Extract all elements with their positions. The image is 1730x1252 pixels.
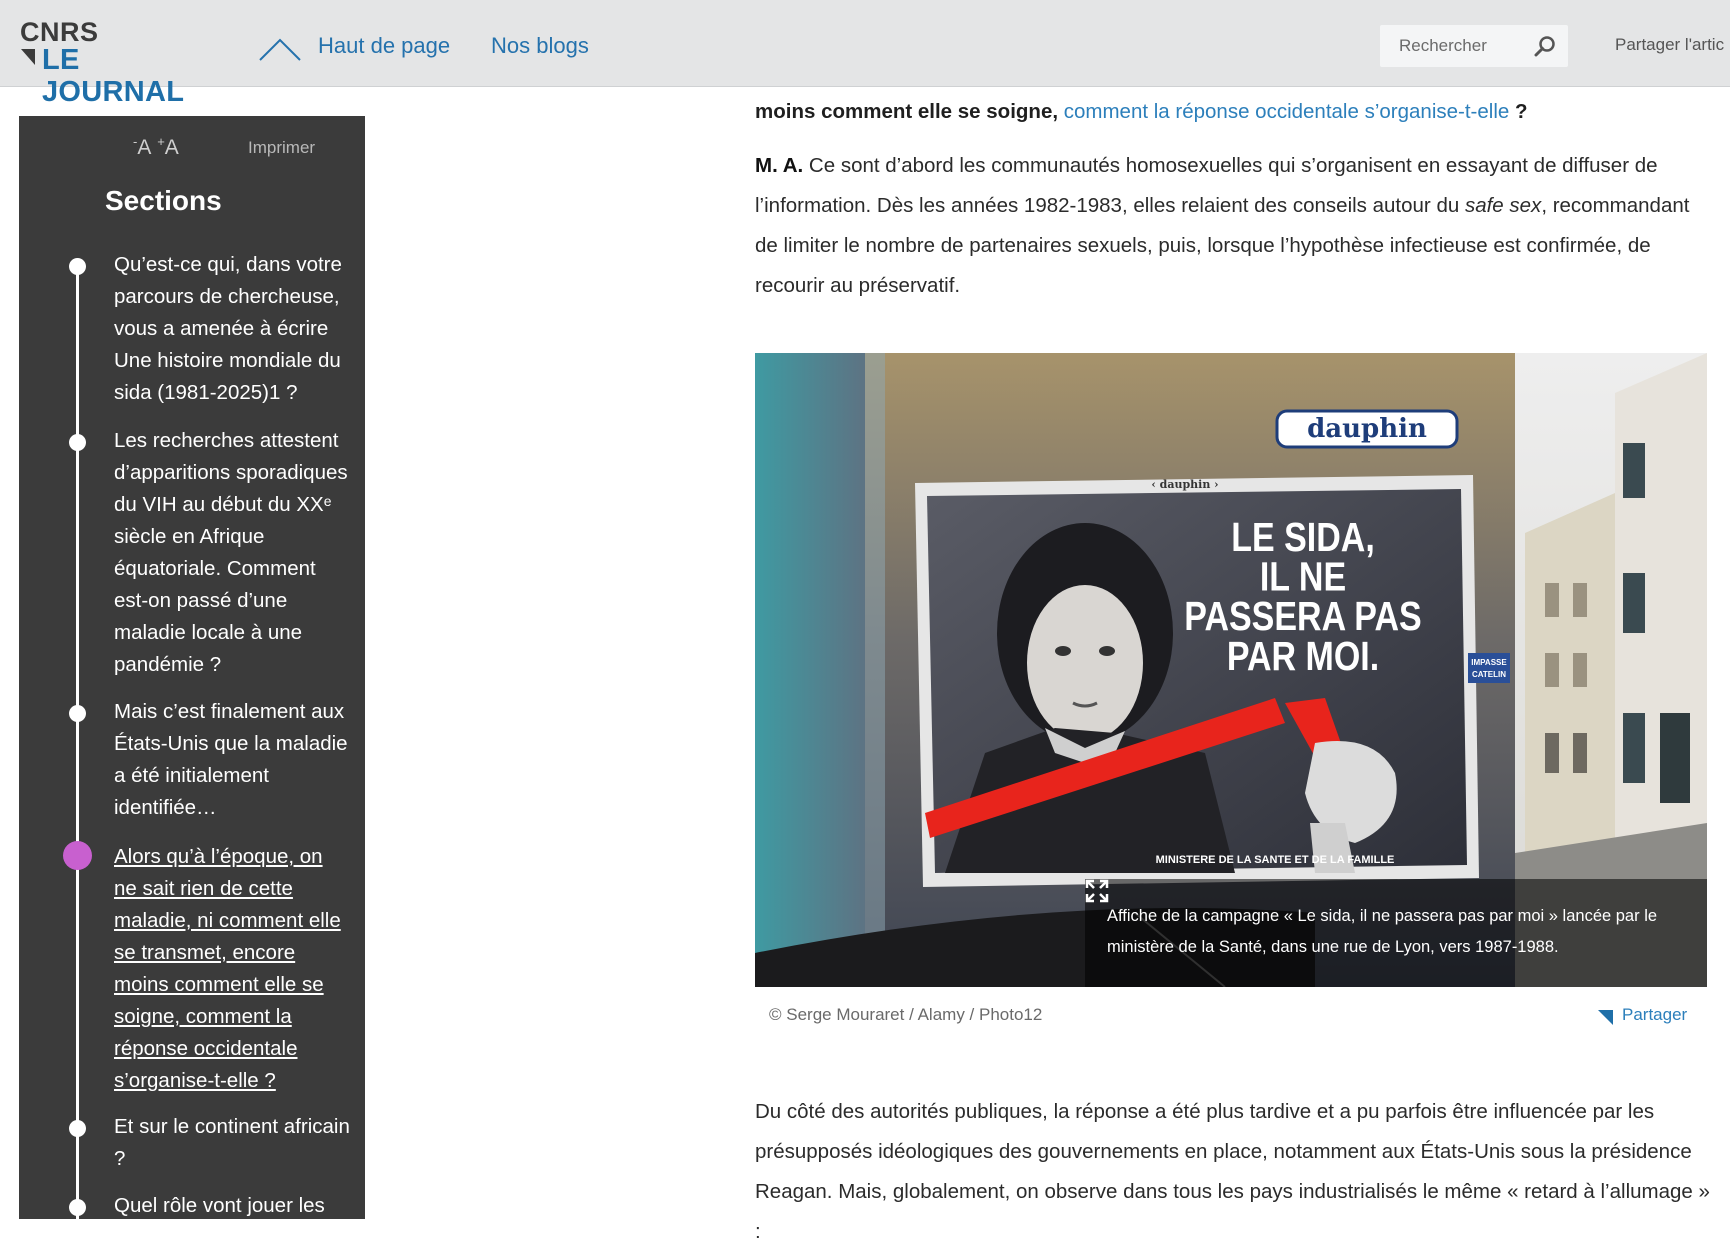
question-bold-text: moins comment elle se soigne, — [755, 100, 1059, 123]
section-item-5[interactable]: Et sur le continent africain ? — [114, 1111, 350, 1175]
sections-sidebar: -A +A Imprimer Sections Qu’est-ce qui, d… — [19, 116, 365, 1226]
street-sign-text: dauphin — [1307, 414, 1427, 444]
top-navigation-bar: CNRS LE JOURNAL Haut de page Nos blogs P… — [0, 0, 1730, 108]
article-photo[interactable]: dauphin ‹ dauphin › LE SIDA, IL NE PASSE… — [755, 353, 1707, 987]
side-sign-line-2: CATELIN — [1472, 670, 1506, 679]
question-heading: moins comment elle se soigne, comment la… — [755, 90, 1715, 134]
answer-paragraph: M. A. Ce sont d’abord les communautés ho… — [755, 146, 1715, 306]
logo-journal-text: LE JOURNAL — [42, 44, 185, 108]
font-increase-sign[interactable]: + — [157, 134, 165, 149]
article-paragraph: Du côté des autorités publiques, la répo… — [755, 1100, 1710, 1243]
logo-flag-icon — [21, 49, 35, 65]
section-dot — [69, 1120, 86, 1137]
font-size-letter: A — [137, 136, 152, 159]
photo-credit: © Serge Mouraret / Alamy / Photo12 — [769, 1005, 1043, 1024]
chevron-up-icon[interactable] — [258, 34, 302, 64]
font-size-toggle[interactable]: -A +A — [133, 134, 179, 160]
search-box — [1380, 25, 1568, 67]
question-anchor-link[interactable]: comment la réponse occidentale s’organis… — [1064, 100, 1510, 123]
poster-ministry-text: MINISTERE DE LA SANTE ET DE LA FAMILLE — [1156, 854, 1395, 866]
section-item-2[interactable]: Les recherches attestent d’apparitions s… — [114, 425, 350, 681]
share-photo-label: Partager — [1622, 1005, 1688, 1024]
poster-slogan-line-4: PAR MOI. — [1227, 633, 1379, 679]
poster-brand-text: ‹ dauphin › — [1151, 478, 1218, 491]
photo-caption: Affiche de la campagne « Le sida, il ne … — [1107, 907, 1658, 956]
photo-caption-overlay: Affiche de la campagne « Le sida, il ne … — [1085, 879, 1707, 987]
sections-heading: Sections — [105, 185, 222, 216]
back-to-top-link[interactable]: Haut de page — [318, 33, 450, 59]
section-item-4-active[interactable]: Alors qu’à l’époque, on ne sait rien de … — [114, 841, 350, 1097]
section-item-3[interactable]: Mais c’est finalement aux États-Unis que… — [114, 696, 350, 824]
logo-cnrs-text: CNRS — [20, 17, 99, 47]
section-item-6[interactable]: Quel rôle vont jouer les — [114, 1190, 350, 1222]
question-end: ? — [1509, 100, 1528, 123]
section-dot-active — [63, 841, 92, 870]
cnrs-le-journal-logo[interactable]: CNRS LE JOURNAL — [20, 17, 220, 108]
share-photo-link[interactable]: Partager — [1598, 1005, 1687, 1025]
font-size-letter: A — [164, 136, 179, 159]
our-blogs-link[interactable]: Nos blogs — [491, 33, 589, 59]
section-dot — [69, 434, 86, 451]
speaker-initials: M. A. — [755, 154, 804, 177]
search-input[interactable] — [1380, 25, 1549, 67]
side-sign-line-1: IMPASSE — [1471, 658, 1507, 667]
section-dot — [69, 705, 86, 722]
share-article-link[interactable]: Partager l'artic — [1615, 35, 1724, 55]
answer-italic-term: safe sex — [1464, 194, 1542, 217]
section-item-1[interactable]: Qu’est-ce qui, dans votre parcours de ch… — [114, 249, 350, 409]
section-dot — [69, 258, 86, 275]
fullscreen-expand-icon[interactable] — [1085, 879, 1109, 903]
section-dot — [69, 1199, 86, 1216]
print-button[interactable]: Imprimer — [248, 138, 315, 158]
timeline-line — [76, 266, 79, 1226]
search-icon[interactable] — [1534, 35, 1556, 57]
